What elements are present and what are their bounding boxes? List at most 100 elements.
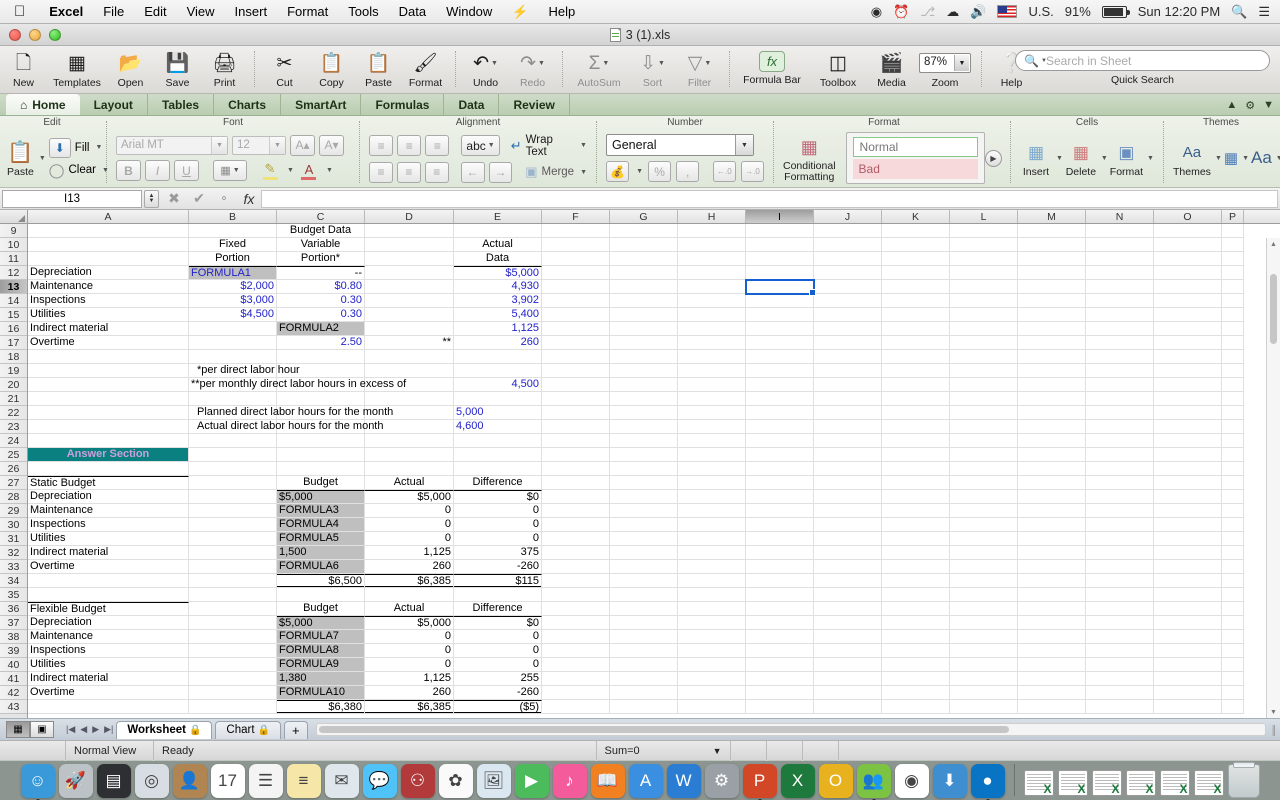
preview-icon[interactable]: 🖼 [476,764,511,798]
merge-button[interactable]: ▣ Merge ▼ [525,164,587,180]
cell-N18[interactable] [1086,350,1154,364]
cell-K37[interactable] [882,616,950,630]
cell-B39[interactable] [189,644,277,658]
row-header-16[interactable]: 16 [0,322,27,336]
cell-A9[interactable] [28,224,189,238]
column-header-h[interactable]: H [678,210,746,223]
cell-L39[interactable] [950,644,1018,658]
cell-H35[interactable] [678,588,746,602]
row-header-9[interactable]: 9 [0,224,27,238]
cell-K27[interactable] [882,476,950,490]
cell-J14[interactable] [814,294,882,308]
cell-N43[interactable] [1086,700,1154,714]
cell-O25[interactable] [1154,448,1222,462]
column-header-j[interactable]: J [814,210,882,223]
row-header-31[interactable]: 31 [0,532,27,546]
ibooks-icon[interactable]: 📖 [590,764,625,798]
cell-N32[interactable] [1086,546,1154,560]
cell-B14[interactable]: $3,000 [189,294,277,308]
cell-D39[interactable]: 0 [365,644,454,658]
cell-D10[interactable] [365,238,454,252]
cell-J11[interactable] [814,252,882,266]
ribbon-collapse-icon[interactable]: ▲ [1226,99,1237,112]
cell-D29[interactable]: 0 [365,504,454,518]
cell-C37[interactable]: $5,000 [277,616,365,630]
cell-P30[interactable] [1222,518,1244,532]
toolbar-formula-bar-button[interactable]: fx Formula Bar [736,49,808,86]
menu-edit[interactable]: Edit [134,4,176,19]
cell-I41[interactable] [746,672,814,686]
cell-P38[interactable] [1222,630,1244,644]
toolbar-zoom-control[interactable]: 87% ▼ Zoom [915,49,975,89]
cell-E27[interactable]: Difference [454,476,542,490]
cell-G26[interactable] [610,462,678,476]
cell-B24[interactable] [189,434,277,448]
cell-F37[interactable] [542,616,610,630]
cell-E13[interactable]: 4,930 [454,280,542,294]
cell-E19[interactable] [454,364,542,378]
cell-D18[interactable] [365,350,454,364]
cell-K35[interactable] [882,588,950,602]
messenger-icon[interactable]: 👥 [856,764,891,800]
column-header-e[interactable]: E [454,210,542,223]
cell-D14[interactable] [365,294,454,308]
cell-F15[interactable] [542,308,610,322]
cell-L20[interactable] [950,378,1018,392]
facetime-icon[interactable]: ▶ [514,764,549,798]
cell-J17[interactable] [814,336,882,350]
wifi-icon[interactable]: ☁ [946,4,959,20]
cell-K13[interactable] [882,280,950,294]
cell-P27[interactable] [1222,476,1244,490]
paste-chevron-down-icon[interactable]: ▼ [39,155,46,162]
cell-M34[interactable] [1018,574,1086,588]
cell-D9[interactable] [365,224,454,238]
cell-J39[interactable] [814,644,882,658]
column-header-o[interactable]: O [1154,210,1222,223]
cell-M19[interactable] [1018,364,1086,378]
cell-I11[interactable] [746,252,814,266]
font-color-button[interactable]: A [298,160,320,182]
cell-K36[interactable] [882,602,950,616]
cell-L36[interactable] [950,602,1018,616]
styles-more-icon[interactable]: ▶ [985,150,1002,167]
cell-I43[interactable] [746,700,814,714]
cell-N22[interactable] [1086,406,1154,420]
cell-G18[interactable] [610,350,678,364]
cell-P10[interactable] [1222,238,1244,252]
bluetooth-icon[interactable]: ⎇ [920,4,935,20]
fx-icon[interactable]: fx [239,189,259,209]
cell-I27[interactable] [746,476,814,490]
cell-P15[interactable] [1222,308,1244,322]
cell-H11[interactable] [678,252,746,266]
cell-C10[interactable]: Variable [277,238,365,252]
cell-A27[interactable]: Static Budget [28,476,189,490]
cell-C17[interactable]: 2.50 [277,336,365,350]
cell-I10[interactable] [746,238,814,252]
cell-P23[interactable] [1222,420,1244,434]
cell-C38[interactable]: FORMULA7 [277,630,365,644]
cell-E40[interactable]: 0 [454,658,542,672]
cell-N11[interactable] [1086,252,1154,266]
row-header-42[interactable]: 42 [0,686,27,700]
cell-A35[interactable] [28,588,189,602]
cell-B41[interactable] [189,672,277,686]
cell-E43[interactable]: ($5) [454,700,542,714]
cell-G29[interactable] [610,504,678,518]
cell-N14[interactable] [1086,294,1154,308]
cell-N12[interactable] [1086,266,1154,280]
cell-G30[interactable] [610,518,678,532]
delete-cells-button[interactable]: ▦ Delete [1065,139,1097,178]
cell-I31[interactable] [746,532,814,546]
cell-E32[interactable]: 375 [454,546,542,560]
menu-format[interactable]: Format [277,4,338,19]
cell-C33[interactable]: FORMULA6 [277,560,365,574]
cell-N40[interactable] [1086,658,1154,672]
cell-L10[interactable] [950,238,1018,252]
cell-J29[interactable] [814,504,882,518]
cell-P18[interactable] [1222,350,1244,364]
cell-M12[interactable] [1018,266,1086,280]
cell-H25[interactable] [678,448,746,462]
cell-L33[interactable] [950,560,1018,574]
cell-H41[interactable] [678,672,746,686]
cell-H20[interactable] [678,378,746,392]
